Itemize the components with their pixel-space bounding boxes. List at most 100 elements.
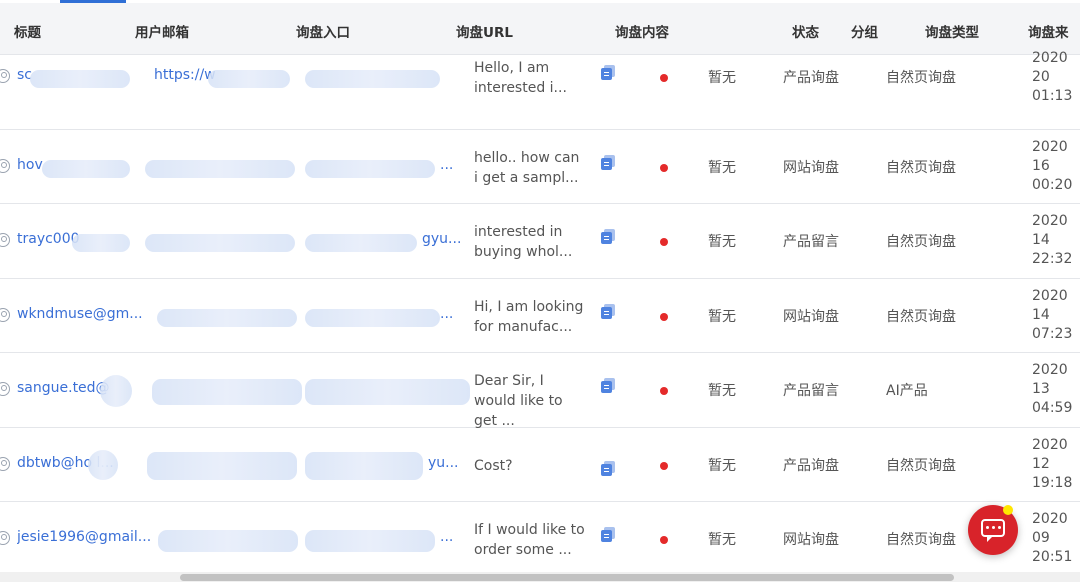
status-text: 暂无 [708, 532, 736, 548]
status-dot [660, 74, 668, 82]
status-text: 暂无 [708, 383, 736, 399]
table-row[interactable]: wkndmuse@gm... ... Hi, I am looking for … [0, 278, 1080, 353]
header-user-email[interactable]: 用户邮箱 [135, 21, 189, 41]
inquiry-content[interactable]: Cost? [474, 456, 586, 476]
user-email-link[interactable]: jesie1996@gmail... [17, 529, 151, 545]
inquiry-type-text: AI产品 [886, 383, 928, 399]
user-email-link[interactable]: trayc000 [17, 231, 80, 247]
horizontal-scrollbar[interactable] [0, 572, 1080, 582]
redacted-area [158, 530, 298, 552]
redacted-area [147, 451, 297, 480]
status-dot [660, 163, 668, 172]
status-text: 暂无 [708, 70, 736, 86]
inquiry-entry-link[interactable]: ... [440, 306, 453, 322]
user-email-link[interactable]: wkndmuse@gm... [17, 306, 143, 322]
table-row[interactable]: hov ... hello.. how can i get a sampl...… [0, 129, 1080, 204]
redacted-area [145, 159, 295, 178]
inquiry-content[interactable]: Hello, I am interested i... [474, 58, 586, 98]
header-group[interactable]: 分组 [851, 21, 878, 41]
scrollbar-thumb[interactable] [180, 574, 954, 581]
group-text: 产品询盘 [783, 70, 839, 86]
inquiry-content[interactable]: interested in buying whol... [474, 222, 586, 262]
inquiry-content[interactable]: If I would like to order some ... [474, 520, 586, 560]
copy-icon[interactable] [601, 527, 615, 542]
inquiry-type-text: 自然页询盘 [886, 532, 956, 548]
user-icon [0, 158, 10, 173]
inquiry-time: 2020 09 20:51 [1032, 511, 1073, 565]
header-inquiry-type[interactable]: 询盘类型 [925, 21, 979, 41]
inquiry-type-text: 自然页询盘 [886, 70, 956, 86]
user-icon [0, 69, 10, 83]
user-icon [0, 233, 10, 247]
user-email-link[interactable]: sangue.ted@ [17, 380, 110, 396]
status-text: 暂无 [708, 159, 736, 176]
group-text: 产品留言 [783, 383, 839, 399]
group-text: 网站询盘 [783, 532, 839, 548]
header-inquiry-source[interactable]: 询盘来 [1028, 21, 1069, 41]
inquiry-entry-link[interactable]: ... [440, 529, 453, 545]
header-status[interactable]: 状态 [792, 21, 819, 41]
notification-dot [1003, 505, 1013, 515]
redacted-area [305, 379, 470, 405]
group-text: 产品询盘 [783, 457, 839, 474]
table-header: 标题 用户邮箱 询盘入口 询盘URL 询盘内容 状态 分组 询盘类型 询盘来 [0, 3, 1080, 55]
copy-icon[interactable] [601, 460, 615, 476]
inquiry-content[interactable]: hello.. how can i get a sampl... [474, 148, 586, 188]
inquiry-entry-link[interactable]: ... [440, 157, 453, 173]
status-dot [660, 238, 668, 246]
redacted-area [305, 451, 423, 480]
inquiry-type-text: 自然页询盘 [886, 308, 956, 325]
redacted-area [305, 159, 435, 178]
inquiry-time: 2020 20 01:13 [1032, 50, 1073, 104]
inquiry-table-body: sc https://w Hello, I am interested i...… [0, 50, 1080, 577]
redacted-area [72, 234, 130, 252]
header-inquiry-url[interactable]: 询盘URL [456, 21, 513, 41]
group-text: 网站询盘 [783, 159, 839, 176]
redacted-area [100, 375, 132, 407]
table-row[interactable]: dbtwb@ho l... yu... Cost? 暂无 产品询盘 自然页询盘 … [0, 427, 1080, 502]
status-dot [660, 387, 668, 395]
status-text: 暂无 [708, 457, 736, 474]
table-row[interactable]: sangue.ted@ Dear Sir, I would like to ge… [0, 353, 1080, 431]
copy-icon[interactable] [601, 378, 615, 393]
redacted-area [157, 308, 297, 327]
inquiry-entry-link[interactable]: gyu... [422, 231, 461, 247]
copy-icon[interactable] [601, 65, 615, 80]
table-row[interactable]: sc https://w Hello, I am interested i...… [0, 50, 1080, 130]
inquiry-time: 2020 14 07:23 [1032, 287, 1073, 342]
group-text: 产品留言 [783, 234, 839, 250]
redacted-area [305, 70, 440, 88]
header-inquiry-content[interactable]: 询盘内容 [615, 21, 669, 41]
inquiry-type-text: 自然页询盘 [886, 457, 956, 474]
inquiry-time: 2020 13 04:59 [1032, 362, 1073, 416]
inquiry-content[interactable]: Dear Sir, I would like to get ... [474, 371, 586, 431]
chat-icon [981, 519, 1005, 542]
status-text: 暂无 [708, 234, 736, 250]
table-row[interactable]: trayc000 gyu... interested in buying who… [0, 204, 1080, 279]
inquiry-type-text: 自然页询盘 [886, 234, 956, 250]
status-dot [660, 312, 668, 321]
status-dot [660, 461, 668, 470]
copy-icon[interactable] [601, 303, 615, 319]
header-title[interactable]: 标题 [14, 21, 41, 41]
redacted-area [30, 70, 130, 88]
user-icon [0, 382, 10, 396]
redacted-area [208, 70, 290, 88]
user-icon [0, 531, 10, 545]
header-inquiry-entry[interactable]: 询盘入口 [296, 21, 350, 41]
chat-button[interactable] [968, 505, 1018, 555]
inquiry-entry-link[interactable]: yu... [428, 455, 459, 471]
inquiry-entry-link[interactable]: https://w [154, 67, 216, 83]
status-text: 暂无 [708, 308, 736, 325]
group-text: 网站询盘 [783, 308, 839, 325]
table-row[interactable]: jesie1996@gmail... ... If I would like t… [0, 502, 1080, 577]
inquiry-content[interactable]: Hi, I am looking for manufac... [474, 297, 586, 337]
user-icon [0, 307, 10, 322]
copy-icon[interactable] [601, 229, 615, 244]
inquiry-type-text: 自然页询盘 [886, 159, 956, 176]
redacted-area [88, 449, 118, 480]
user-email-link[interactable]: hov [17, 157, 43, 173]
inquiry-time: 2020 14 22:32 [1032, 213, 1073, 267]
copy-icon[interactable] [601, 154, 615, 170]
status-dot [660, 536, 668, 544]
